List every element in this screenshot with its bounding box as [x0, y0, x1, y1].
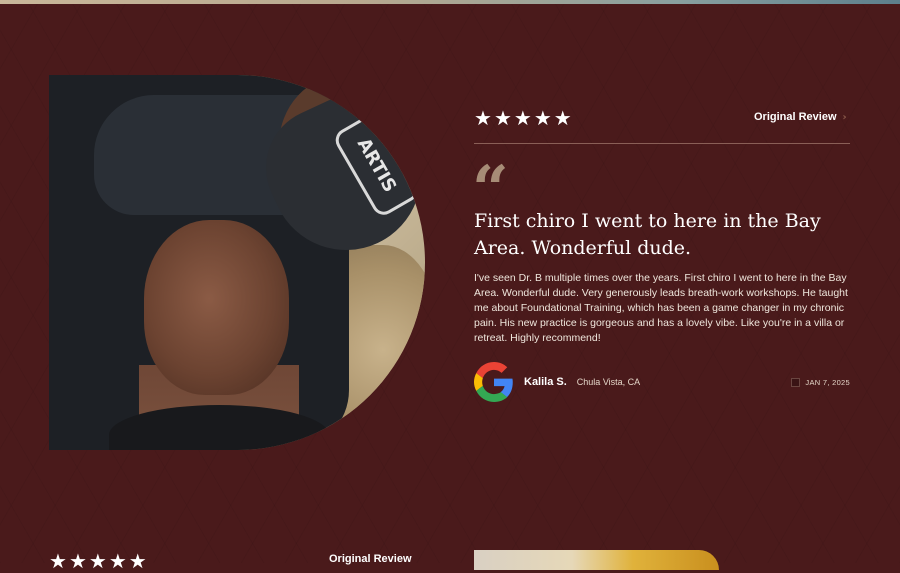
- star-icon: ★: [88, 549, 107, 573]
- author-name: Kalila S.: [524, 376, 567, 388]
- next-original-review-link[interactable]: Original Review: [329, 553, 412, 565]
- review-headline: First chiro I went to here in the Bay Ar…: [474, 210, 821, 259]
- review-body: I've seen Dr. B multiple times over the …: [474, 272, 848, 344]
- star-icon: ★: [128, 549, 147, 573]
- star-icon: ★: [108, 549, 127, 573]
- calendar-icon: [791, 377, 801, 387]
- original-review-link[interactable]: Original Review ›: [754, 111, 847, 123]
- review-date: JAN 7, 2025: [791, 377, 850, 387]
- chevron-right-icon: ›: [842, 111, 847, 123]
- star-icon: ★: [49, 549, 67, 573]
- next-review-photo: [474, 550, 719, 570]
- star-icon: ★: [553, 106, 572, 130]
- review-author: Kalila S. Chula Vista, CA JAN 7, 2025: [474, 361, 850, 403]
- star-icon: ★: [474, 106, 492, 130]
- review-photo: ARTIS: [49, 75, 425, 450]
- original-review-label: Original Review: [754, 111, 837, 123]
- divider: [474, 143, 850, 144]
- google-logo-icon: [474, 362, 513, 402]
- author-location: Chula Vista, CA: [576, 377, 641, 387]
- star-icon: ★: [493, 106, 512, 130]
- star-icon: ★: [533, 106, 552, 130]
- star-icon: ★: [68, 549, 87, 573]
- review-date-text: JAN 7, 2025: [805, 377, 850, 387]
- star-rating: ★ ★ ★ ★ ★: [474, 108, 572, 128]
- star-icon: ★: [513, 106, 532, 130]
- next-star-rating: ★ ★ ★ ★ ★: [49, 551, 147, 571]
- photo-face: [144, 220, 289, 395]
